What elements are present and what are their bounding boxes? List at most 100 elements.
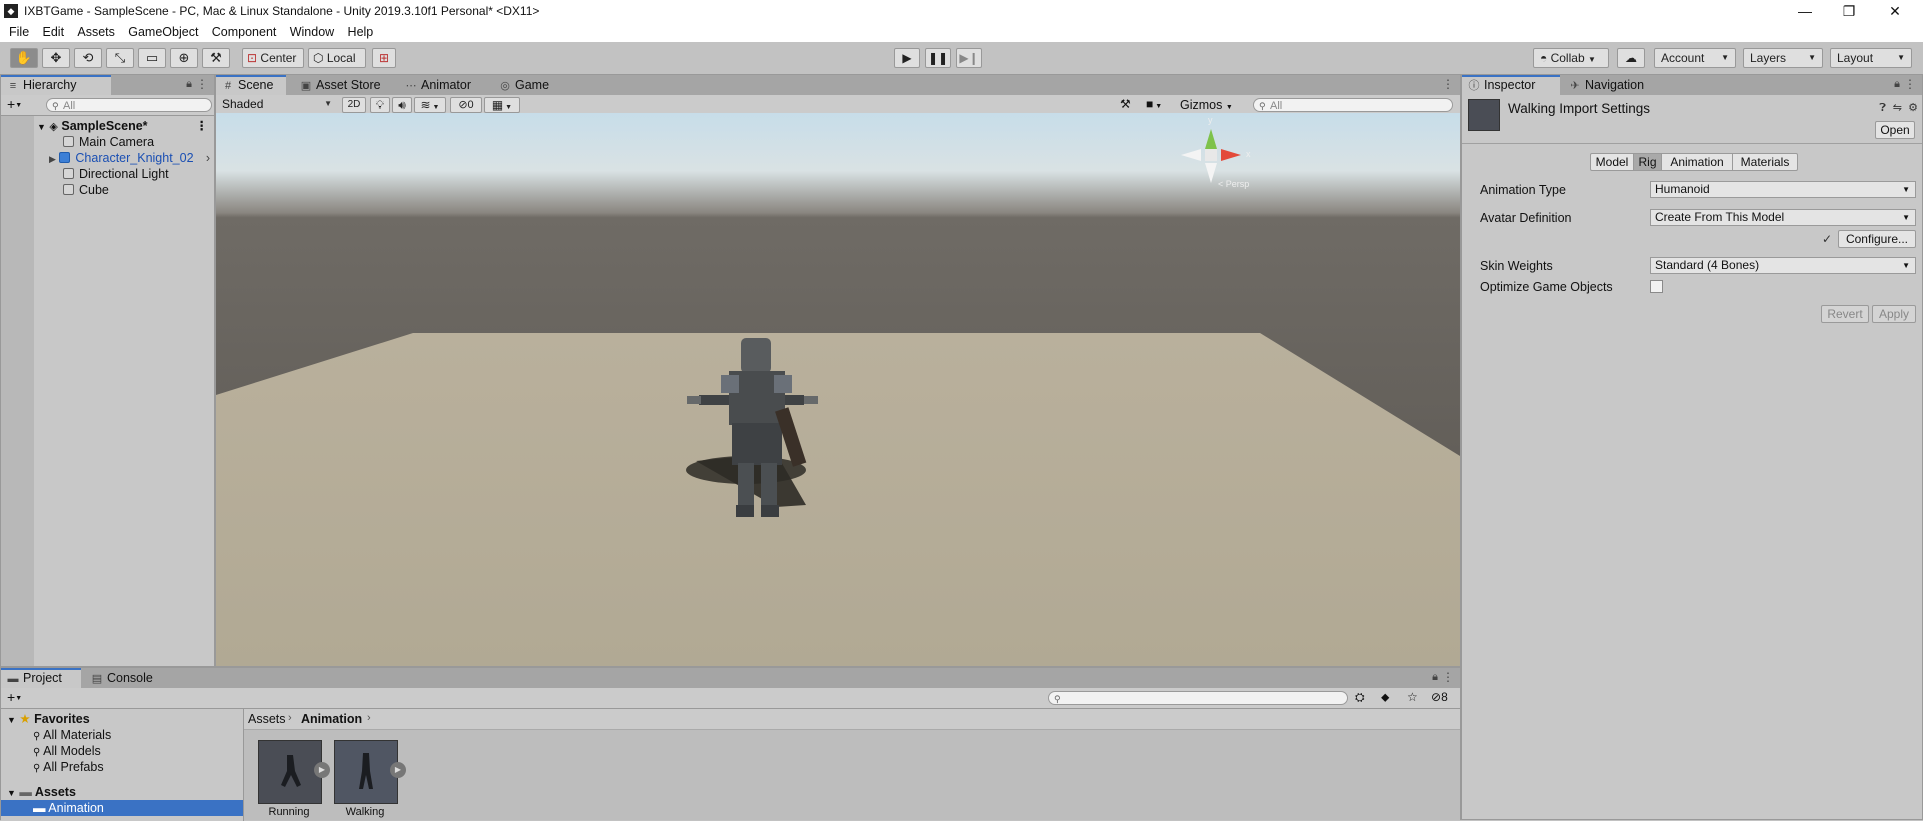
tab-navigation[interactable]: ✈ Navigation	[1563, 75, 1652, 95]
configure-button[interactable]: Configure...	[1838, 230, 1916, 248]
favorite-all-materials[interactable]: ⚲ All Materials	[33, 727, 111, 743]
subtab-model[interactable]: Model	[1590, 153, 1634, 171]
revert-button[interactable]: Revert	[1821, 305, 1869, 323]
collab-dropdown[interactable]: ◓ Collab ▼	[1533, 48, 1609, 68]
optimize-game-objects-checkbox[interactable]	[1650, 280, 1663, 293]
scene-root-item[interactable]: ▼ ◈ SampleScene* ⋮	[37, 118, 212, 134]
favorite-all-prefabs[interactable]: ⚲ All Prefabs	[33, 759, 104, 775]
scene-menu-icon[interactable]: ⋮	[196, 118, 209, 134]
help-icon[interactable]: ❓︎	[1879, 102, 1886, 115]
scene-tools-icon[interactable]: ⚒	[1120, 97, 1131, 111]
skin-weights-dropdown[interactable]: Standard (4 Bones) ▼	[1650, 257, 1916, 274]
tab-console[interactable]: ▤ Console	[85, 668, 161, 688]
filter-by-label-icon[interactable]: ⬥	[1381, 690, 1389, 705]
menu-file[interactable]: File	[4, 22, 34, 42]
apply-button[interactable]: Apply	[1872, 305, 1916, 323]
layout-dropdown[interactable]: Layout ▼	[1830, 48, 1912, 68]
filter-by-type-icon[interactable]: ⛭	[1355, 690, 1365, 705]
favorites-item[interactable]: ▼ ★ Favorites	[7, 711, 90, 727]
panel-menu-icon[interactable]: ⋮	[1442, 77, 1454, 91]
project-search-input[interactable]: ⚲	[1048, 691, 1348, 705]
subtab-animation[interactable]: Animation	[1661, 153, 1733, 171]
shading-mode-dropdown[interactable]: Shaded ▼	[218, 97, 336, 113]
asset-running[interactable]: ▶ Running	[258, 740, 340, 820]
create-asset-button[interactable]: +▼	[7, 689, 22, 705]
gizmo-persp-label[interactable]: < Persp	[1218, 179, 1249, 189]
camera-dropdown[interactable]: ■ ▼	[1146, 97, 1162, 111]
lock-icon[interactable]: 🔒︎	[1432, 671, 1438, 684]
create-button[interactable]: +▼	[7, 96, 22, 112]
hand-tool-button[interactable]: ✋	[10, 48, 38, 68]
expand-asset-icon[interactable]: ▶	[390, 762, 406, 778]
animation-type-dropdown[interactable]: Humanoid ▼	[1650, 181, 1916, 198]
tab-inspector[interactable]: ⓘ Inspector	[1462, 75, 1560, 95]
2d-toggle[interactable]: 2D	[342, 97, 366, 113]
scale-tool-button[interactable]: ⤡	[106, 48, 134, 68]
pause-button[interactable]: ❚❚	[925, 48, 951, 68]
hidden-objects-toggle[interactable]: ⊘0	[450, 97, 482, 113]
move-tool-button[interactable]: ✥	[42, 48, 70, 68]
menu-window[interactable]: Window	[285, 22, 339, 42]
orientation-gizmo[interactable]: y x < Persp	[1156, 115, 1266, 191]
menu-help[interactable]: Help	[343, 22, 379, 42]
breadcrumb-animation[interactable]: Animation	[301, 712, 362, 726]
breadcrumb-assets[interactable]: Assets	[248, 712, 286, 726]
maximize-button[interactable]: ❐	[1827, 0, 1871, 22]
assets-folder-item[interactable]: ▼ ▬ Assets	[7, 784, 76, 800]
gizmos-dropdown[interactable]: Gizmos ▼	[1180, 97, 1233, 113]
favorite-all-models[interactable]: ⚲ All Models	[33, 743, 101, 759]
rotate-tool-button[interactable]: ⟲	[74, 48, 102, 68]
panel-menu-icon[interactable]: ⋮	[1904, 77, 1916, 91]
hierarchy-item-character-knight[interactable]: ▶ Character_Knight_02 ›	[49, 150, 214, 166]
grid-dropdown[interactable]: ▦ ▼	[484, 97, 520, 113]
pivot-local-button[interactable]: ⬡ Local	[308, 48, 366, 68]
hierarchy-item-directional-light[interactable]: Directional Light	[63, 166, 169, 182]
transform-tool-button[interactable]: ⊕	[170, 48, 198, 68]
scene-viewport[interactable]: y x < Persp	[216, 113, 1460, 666]
favorite-star-icon[interactable]: ☆	[1407, 690, 1418, 704]
animation-folder-item[interactable]: ▬ Animation	[1, 800, 243, 816]
settings-gear-icon[interactable]: ⚙	[1908, 101, 1918, 114]
preset-icon[interactable]: ⇋	[1893, 101, 1902, 114]
minimize-button[interactable]: —	[1783, 0, 1827, 22]
panel-menu-icon[interactable]: ⋮	[1442, 670, 1454, 684]
expand-asset-icon[interactable]: ▶	[314, 762, 330, 778]
audio-toggle[interactable]: 🔊︎	[392, 97, 412, 113]
step-button[interactable]: ▶❙	[956, 48, 982, 68]
tab-project[interactable]: ▬ Project	[1, 668, 81, 688]
subtab-rig[interactable]: Rig	[1633, 153, 1662, 171]
scene-search-input[interactable]: ⚲ All	[1253, 98, 1453, 112]
avatar-definition-dropdown[interactable]: Create From This Model ▼	[1650, 209, 1916, 226]
panel-menu-icon[interactable]: ⋮	[196, 77, 208, 91]
subtab-materials[interactable]: Materials	[1732, 153, 1798, 171]
menu-assets[interactable]: Assets	[72, 22, 120, 42]
rect-tool-button[interactable]: ▭	[138, 48, 166, 68]
hierarchy-search-input[interactable]: ⚲ All	[46, 98, 212, 112]
hierarchy-item-main-camera[interactable]: Main Camera	[63, 134, 154, 150]
asset-walking[interactable]: ▶ Walking	[334, 740, 416, 820]
hidden-packages-toggle[interactable]: ⊘8	[1431, 690, 1448, 704]
lighting-toggle[interactable]: 💡︎	[370, 97, 390, 113]
open-button[interactable]: Open	[1875, 121, 1915, 139]
menu-component[interactable]: Component	[207, 22, 282, 42]
tab-scene[interactable]: # Scene	[216, 75, 286, 95]
cloud-button[interactable]: ☁	[1617, 48, 1645, 68]
play-button[interactable]: ▶	[894, 48, 920, 68]
custom-tool-button[interactable]: ⚒	[202, 48, 230, 68]
lock-icon[interactable]: 🔒︎	[186, 78, 192, 91]
hierarchy-item-cube[interactable]: Cube	[63, 182, 109, 198]
menu-edit[interactable]: Edit	[38, 22, 70, 42]
close-button[interactable]: ✕	[1873, 0, 1917, 22]
effects-dropdown[interactable]: ≋ ▼	[414, 97, 446, 113]
menu-gameobject[interactable]: GameObject	[123, 22, 203, 42]
pivot-center-button[interactable]: ⊡ Center	[242, 48, 304, 68]
layers-dropdown[interactable]: Layers ▼	[1743, 48, 1823, 68]
tab-animator[interactable]: ⋯ Animator	[399, 75, 479, 95]
account-dropdown[interactable]: Account ▼	[1654, 48, 1736, 68]
tab-asset-store[interactable]: ▣ Asset Store	[294, 75, 389, 95]
tab-hierarchy[interactable]: ≡ Hierarchy	[1, 75, 111, 95]
chevron-right-icon[interactable]: ›	[206, 150, 210, 166]
lock-icon[interactable]: 🔒︎	[1894, 78, 1900, 91]
snap-button[interactable]: ⊞	[372, 48, 396, 68]
tab-game[interactable]: ◎ Game	[493, 75, 557, 95]
